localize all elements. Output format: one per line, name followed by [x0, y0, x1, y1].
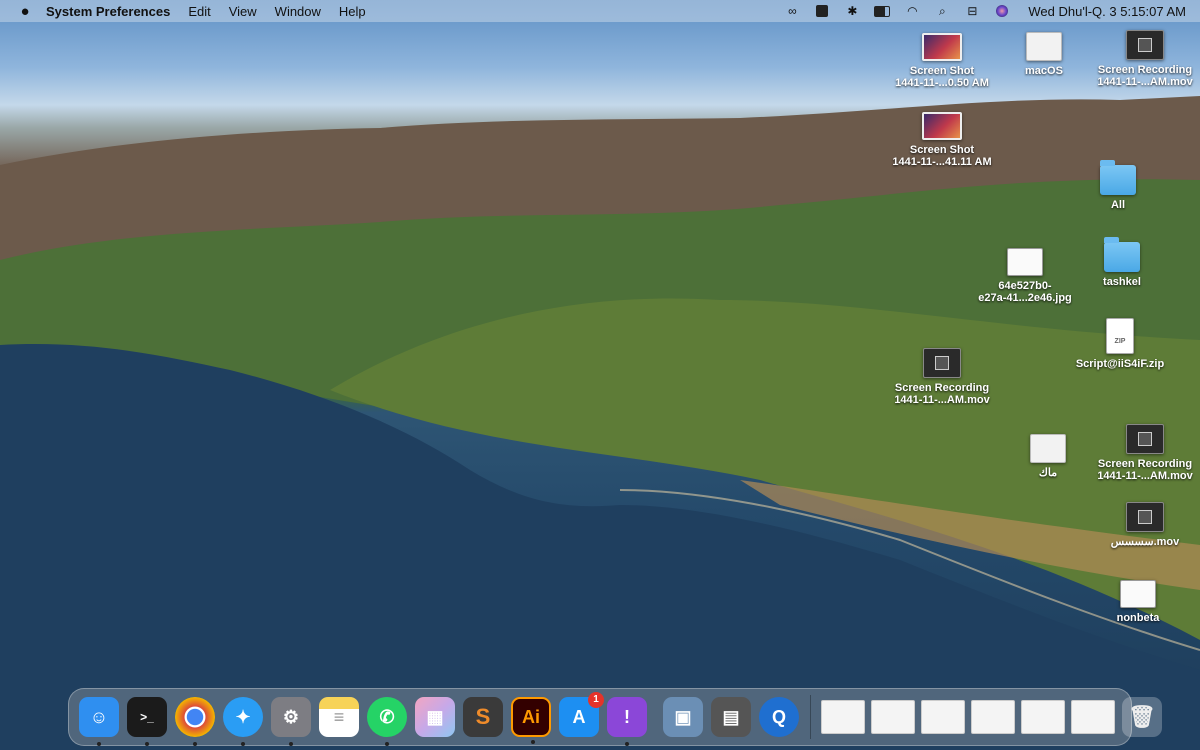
finder-icon: ☺ [89, 706, 109, 727]
video-thumbnail-icon [1126, 30, 1164, 60]
dock-chrome[interactable] [175, 697, 215, 746]
spotlight-icon[interactable]: ⌕ [934, 4, 950, 18]
app-store-icon: A [572, 706, 586, 727]
dock-finder[interactable]: ☺ [79, 697, 119, 746]
dock-separator [810, 695, 811, 739]
siri-icon[interactable] [994, 4, 1010, 18]
minimized-window[interactable] [971, 700, 1015, 734]
desktop-icon-zip[interactable]: ZIP Script@iiS4iF.zip [1065, 318, 1175, 370]
dock-feedback-assistant[interactable]: ! [607, 697, 647, 746]
menu-bar: ● System Preferences Edit View Window He… [0, 0, 1200, 22]
desktop-icon-file[interactable]: ماك [993, 434, 1103, 479]
menu-window[interactable]: Window [275, 4, 321, 19]
desktop-icon-folder[interactable]: tashkel [1067, 237, 1177, 288]
screenshot-thumbnail-icon [922, 112, 962, 140]
gear-icon: ⚙ [282, 706, 300, 727]
minimized-window[interactable] [1021, 700, 1065, 734]
desktop-icon-recording[interactable]: سسسس.mov [1090, 502, 1200, 548]
menu-clock[interactable]: Wed Dhu'l-Q. 3 5:15:07 AM [1028, 4, 1186, 19]
image-thumbnail-icon [1007, 248, 1043, 276]
folder-icon [1104, 237, 1140, 272]
desktop-icon-recording[interactable]: Screen Recording 1441-11-...AM.mov [1090, 30, 1200, 88]
minimized-window[interactable] [871, 700, 915, 734]
dock-safari[interactable]: ✦ [223, 697, 263, 746]
document-thumbnail-icon [1030, 434, 1066, 463]
sublime-icon: S [475, 704, 491, 729]
dock-terminal[interactable]: >_ [127, 697, 167, 746]
notification-badge: 1 [588, 692, 604, 708]
dock-whatsapp[interactable]: ✆ [367, 697, 407, 746]
dock-launchpad[interactable]: ▦ [415, 697, 455, 737]
menu-app-name[interactable]: System Preferences [46, 4, 170, 19]
minimized-window[interactable] [821, 700, 865, 734]
folder-icon [1100, 160, 1136, 195]
desktop-icon-image[interactable]: 64e527b0- e27a-41...2e46.jpg [970, 248, 1080, 304]
desktop-icon-screenshot[interactable]: Screen Shot 1441-11-...0.50 AM [887, 33, 997, 89]
screenshot-thumbnail-icon [922, 33, 962, 61]
trash-icon: 🗑 [1128, 704, 1156, 729]
dock-app-store[interactable]: A1 [559, 692, 604, 737]
dock-quicktime[interactable]: Q [759, 697, 799, 737]
zip-file-icon: ZIP [1106, 318, 1134, 354]
image-thumbnail-icon [1120, 580, 1156, 608]
notes-icon: ≡ [333, 706, 345, 727]
quicktime-icon: Q [771, 706, 786, 727]
dock-trash[interactable]: 🗑 [1122, 697, 1162, 737]
video-thumbnail-icon [1126, 424, 1164, 454]
menu-help[interactable]: Help [339, 4, 366, 19]
apple-menu-icon[interactable]: ● [18, 3, 32, 20]
menu-view[interactable]: View [229, 4, 257, 19]
video-thumbnail-icon [923, 348, 961, 378]
desktop-icon-recording[interactable]: Screen Recording 1441-11-...AM.mov [887, 348, 997, 406]
desktop-icon-file[interactable]: macOS [989, 32, 1099, 77]
wifi-icon[interactable]: ◠ [904, 4, 920, 18]
desktop-icon-recording[interactable]: Screen Recording 1441-11-...AM.mov [1090, 424, 1200, 482]
minimized-window[interactable] [921, 700, 965, 734]
desktop-icon-folder[interactable]: All [1063, 160, 1173, 211]
feedback-icon: ! [624, 706, 630, 727]
safari-compass-icon: ✦ [235, 706, 251, 727]
document-thumbnail-icon [1026, 32, 1062, 61]
dock-illustrator[interactable]: Ai [511, 697, 551, 744]
dock-system-preferences[interactable]: ⚙ [271, 697, 311, 746]
bluetooth-icon[interactable]: ✱ [844, 4, 860, 18]
dock-preview[interactable]: ▣ [663, 697, 703, 737]
dock-calculator[interactable]: ▤ [711, 697, 751, 737]
desktop[interactable]: ● System Preferences Edit View Window He… [0, 0, 1200, 750]
control-center-icon[interactable]: ⊟ [964, 4, 980, 18]
creative-cloud-icon[interactable]: ∞ [784, 4, 800, 18]
status-area: ∞ ✱ ◠ ⌕ ⊟ Wed Dhu'l-Q. 3 5:15:07 AM [784, 0, 1186, 22]
desktop-icon-image[interactable]: nonbeta [1083, 580, 1193, 624]
dock: ☺ >_ ✦ ⚙ ≡ ✆ ▦ S Ai A1 ! ▣ ▤ Q 🗑 [68, 688, 1162, 746]
wallpaper [0, 96, 1200, 750]
whatsapp-icon: ✆ [379, 706, 395, 727]
menu-extra-icon[interactable] [814, 4, 830, 18]
menu-edit[interactable]: Edit [188, 4, 210, 19]
minimized-window[interactable] [1071, 700, 1115, 734]
terminal-icon: >_ [140, 710, 154, 724]
launchpad-grid-icon: ▦ [426, 706, 444, 727]
battery-icon[interactable] [874, 4, 891, 18]
dock-notes[interactable]: ≡ [319, 697, 359, 737]
illustrator-icon: Ai [522, 706, 540, 727]
video-thumbnail-icon [1126, 502, 1164, 532]
calculator-icon: ▤ [722, 706, 740, 727]
desktop-icon-screenshot[interactable]: Screen Shot 1441-11-...41.11 AM [887, 112, 997, 168]
dock-sublime-text[interactable]: S [463, 697, 503, 737]
preview-icon: ▣ [674, 706, 692, 727]
